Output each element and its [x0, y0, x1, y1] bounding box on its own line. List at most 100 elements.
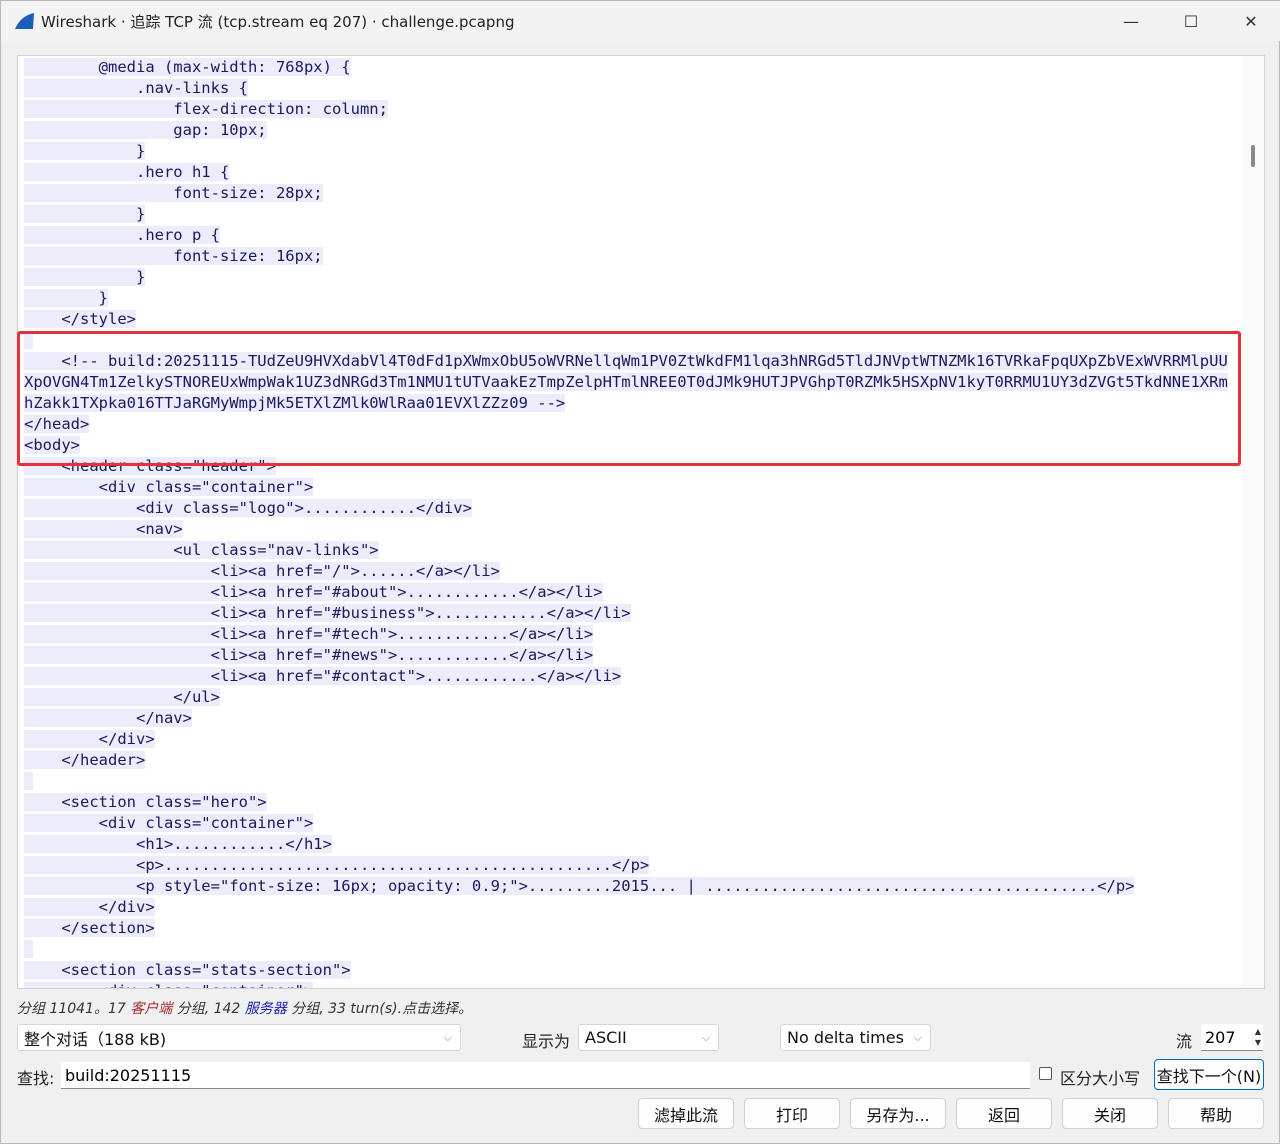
stream-lines: @media (max-width: 768px) { .nav-links {…: [24, 57, 1228, 988]
stream-line: </div>: [24, 729, 1228, 750]
highlight-box: [17, 331, 1241, 466]
status-client: 客户端: [130, 1001, 173, 1017]
find-value: build:20251115: [65, 1065, 192, 1085]
stream-line-text: gap: 10px;: [24, 121, 267, 139]
conversation-select[interactable]: 整个对话（188 kB) ⌵: [17, 1024, 461, 1051]
status-server: 服务器: [244, 1001, 287, 1017]
stream-line: }: [24, 141, 1228, 162]
stream-line-text: <section class="stats-section">: [24, 961, 351, 979]
wireshark-logo-icon: [15, 13, 34, 29]
stream-line-text: <h1>............</h1>: [24, 835, 332, 853]
stream-line: <p style="font-size: 16px; opacity: 0.9;…: [24, 876, 1228, 897]
stream-line: flex-direction: column;: [24, 99, 1228, 120]
stream-line-text: }: [24, 205, 146, 223]
show-as-select[interactable]: ASCII ⌵: [578, 1024, 719, 1051]
filter-out-button[interactable]: 滤掉此流: [638, 1098, 734, 1129]
close-button[interactable]: ✕: [1221, 1, 1280, 41]
stream-line-text: <nav>: [24, 520, 183, 538]
case-sensitive-checkbox[interactable]: [1039, 1067, 1052, 1080]
status-mid: 分组, 142: [172, 1001, 245, 1017]
stream-line: <li><a href="#tech">............</a></li…: [24, 624, 1228, 645]
stream-line-text: </nav>: [24, 709, 192, 727]
chevron-down-icon: ⌵: [443, 1030, 452, 1044]
stream-line-text: .nav-links {: [24, 79, 248, 97]
stream-line-text: </div>: [24, 898, 155, 916]
status-text: 分组 11041。17 客户端 分组, 142 服务器 分组, 33 turn(…: [17, 998, 472, 1018]
stream-line: <div class="container">: [24, 477, 1228, 498]
stream-line: <nav>: [24, 519, 1228, 540]
stream-line-text: <li><a href="#news">............</a></li…: [24, 646, 594, 664]
stream-line-text: [24, 772, 34, 790]
stream-line: </section>: [24, 918, 1228, 939]
stream-line: font-size: 28px;: [24, 183, 1228, 204]
stream-line: }: [24, 204, 1228, 225]
stream-line: </ul>: [24, 687, 1228, 708]
stream-line: </nav>: [24, 708, 1228, 729]
save-as-button[interactable]: 另存为...: [850, 1098, 946, 1129]
stream-line-text: .hero h1 {: [24, 163, 230, 181]
stream-line-text: <ul class="nav-links">: [24, 541, 379, 559]
stream-line-text: </section>: [24, 919, 155, 937]
stream-line-text: </ul>: [24, 688, 220, 706]
stream-line-text: <li><a href="#contact">............</a><…: [24, 667, 622, 685]
stream-line: .hero p {: [24, 225, 1228, 246]
find-next-button[interactable]: 查找下一个(N): [1154, 1059, 1264, 1090]
stream-line-text: }: [24, 268, 146, 286]
help-button[interactable]: 帮助: [1168, 1098, 1264, 1129]
vertical-scrollbar[interactable]: [1242, 56, 1264, 988]
stream-line-text: <section class="hero">: [24, 793, 267, 811]
delta-value: No delta times: [787, 1028, 904, 1047]
scrollbar-thumb[interactable]: [1251, 145, 1255, 167]
stream-line: gap: 10px;: [24, 120, 1228, 141]
stream-line-text: <li><a href="#tech">............</a></li…: [24, 625, 594, 643]
stream-line: <h1>............</h1>: [24, 834, 1228, 855]
stream-line-text: </header>: [24, 751, 146, 769]
spin-arrows-icon[interactable]: ▲ ▼: [1255, 1026, 1261, 1048]
chevron-down-icon: ⌵: [701, 1030, 710, 1044]
stream-line: }: [24, 267, 1228, 288]
stream-line-text: <li><a href="#about">............</a></l…: [24, 583, 603, 601]
stream-line: @media (max-width: 768px) {: [24, 57, 1228, 78]
stream-line: <li><a href="#news">............</a></li…: [24, 645, 1228, 666]
stream-line: [24, 939, 1228, 960]
stream-line: .hero h1 {: [24, 162, 1228, 183]
maximize-button[interactable]: ☐: [1161, 1, 1221, 41]
stream-line-text: <div class="container">: [24, 982, 314, 988]
stream-line: <ul class="nav-links">: [24, 540, 1228, 561]
chevron-down-icon: ⌵: [913, 1030, 922, 1044]
stream-line-text: <div class="container">: [24, 814, 314, 832]
conversation-value: 整个对话（188 kB): [24, 1029, 167, 1049]
stream-line-text: [24, 940, 34, 958]
print-button[interactable]: 打印: [744, 1098, 840, 1129]
stream-line-text: font-size: 28px;: [24, 184, 323, 202]
stream-line-text: <p style="font-size: 16px; opacity: 0.9;…: [24, 877, 1135, 895]
back-button[interactable]: 返回: [956, 1098, 1052, 1129]
stream-line-text: </div>: [24, 730, 155, 748]
find-input[interactable]: build:20251115: [61, 1062, 1030, 1089]
close-dialog-button[interactable]: 关闭: [1062, 1098, 1158, 1129]
stream-line: <div class="container">: [24, 813, 1228, 834]
show-as-label: 显示为: [522, 1032, 571, 1051]
stream-line-text: </style>: [24, 310, 136, 328]
stream-line-text: }: [24, 289, 108, 307]
delta-times-select[interactable]: No delta times ⌵: [780, 1024, 931, 1051]
case-sensitive-label: 区分大小写: [1060, 1069, 1141, 1088]
stream-line-text: }: [24, 142, 146, 160]
title-bar: Wireshark · 追踪 TCP 流 (tcp.stream eq 207)…: [1, 1, 1280, 41]
stream-line: </style>: [24, 309, 1228, 330]
stream-spinbox[interactable]: 207 ▲ ▼: [1201, 1024, 1263, 1051]
stream-line: </div>: [24, 897, 1228, 918]
stream-line-text: <div class="logo">............</div>: [24, 499, 472, 517]
stream-line: <li><a href="#about">............</a></l…: [24, 582, 1228, 603]
stream-line-text: font-size: 16px;: [24, 247, 323, 265]
stream-line: .nav-links {: [24, 78, 1228, 99]
stream-line-text: flex-direction: column;: [24, 100, 388, 118]
stream-line-text: <li><a href="#business">............</a>…: [24, 604, 631, 622]
stream-content[interactable]: @media (max-width: 768px) { .nav-links {…: [17, 55, 1265, 989]
stream-line: <div class="logo">............</div>: [24, 498, 1228, 519]
stream-line: <div class="container">: [24, 981, 1228, 988]
stream-line-text: @media (max-width: 768px) {: [24, 58, 351, 76]
stream-line: <section class="hero">: [24, 792, 1228, 813]
stream-line-text: <div class="container">: [24, 478, 314, 496]
minimize-button[interactable]: —: [1101, 1, 1161, 41]
